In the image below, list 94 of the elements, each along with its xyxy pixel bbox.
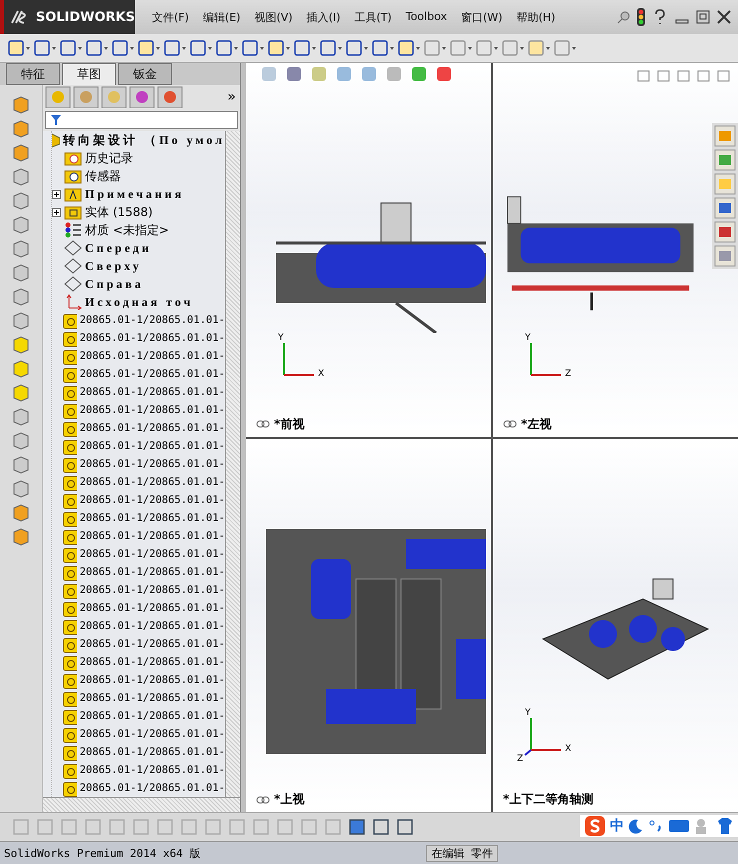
- tree-item[interactable]: Справа: [85, 276, 144, 292]
- view-label: *前视: [274, 416, 304, 432]
- menu-item[interactable]: 工具(T): [347, 10, 399, 24]
- tree-item[interactable]: Исходная точ: [85, 294, 194, 310]
- tree-item[interactable]: 20865.01-1/20865.01.01-: [80, 386, 225, 398]
- clock-folder-icon: [64, 150, 82, 166]
- tree-item[interactable]: 20865.01-1/20865.01.01-: [80, 332, 225, 344]
- gauge-folder-icon: [64, 168, 82, 184]
- tree-item[interactable]: 20865.01-1/20865.01.01-: [80, 512, 225, 524]
- tree-item[interactable]: 20865.01-1/20865.01.01-: [80, 782, 225, 794]
- horizontal-scrollbar[interactable]: [43, 797, 240, 812]
- menu-item[interactable]: 文件(F): [145, 10, 196, 24]
- tree-item[interactable]: 20865.01-1/20865.01.01-: [80, 656, 225, 668]
- keyboard-icon[interactable]: [668, 818, 690, 834]
- tree-item[interactable]: Сверху: [85, 258, 142, 274]
- plane-icon: [64, 276, 82, 292]
- menu-item[interactable]: 插入(I): [300, 10, 348, 24]
- expand-icon[interactable]: [52, 190, 61, 198]
- tree-item[interactable]: 20865.01-1/20865.01.01-: [80, 674, 225, 686]
- tree-item[interactable]: 20865.01-1/20865.01.01-: [80, 368, 225, 380]
- menu-item[interactable]: 视图(V): [247, 10, 300, 24]
- tree-item[interactable]: 20865.01-1/20865.01.01-: [80, 746, 225, 758]
- view-label: *上下二等角轴测: [503, 791, 594, 808]
- view-label: *左视: [521, 416, 552, 432]
- tree-item[interactable]: 20865.01-1/20865.01.01-: [80, 620, 225, 632]
- tree-item[interactable]: 20865.01-1/20865.01.01-: [80, 350, 225, 362]
- tree-item[interactable]: 20865.01-1/20865.01.01-: [80, 602, 225, 614]
- tree-item[interactable]: 20865.01-1/20865.01.01-: [80, 764, 225, 776]
- axis-label: Y: [525, 708, 530, 718]
- plane-icon: [64, 240, 82, 256]
- tree-item[interactable]: 20865.01-1/20865.01.01-: [80, 728, 225, 740]
- vertical-scrollbar[interactable]: [225, 131, 240, 797]
- tree-item[interactable]: 20865.01-1/20865.01.01-: [80, 404, 225, 416]
- pin-icon[interactable]: [617, 10, 631, 24]
- tree-item[interactable]: 20865.01-1/20865.01.01-: [80, 566, 225, 578]
- material-icon: [64, 222, 82, 238]
- viewport[interactable]: *上视: [246, 438, 491, 812]
- status-mode: 在编辑 零件: [426, 844, 498, 862]
- annotation-folder-icon: [64, 186, 82, 202]
- collapse-handle[interactable]: [240, 63, 246, 812]
- expand-icon[interactable]: [52, 208, 61, 216]
- tree-item[interactable]: 历史记录: [85, 150, 133, 166]
- plane-icon: [64, 258, 82, 274]
- tree-item[interactable]: 20865.01-1/20865.01.01-: [80, 458, 225, 470]
- panel-tab[interactable]: 钣金: [118, 63, 172, 85]
- view-label: *上视: [274, 791, 304, 808]
- menu-item[interactable]: 窗口(W): [454, 10, 510, 24]
- traffic-light-icon[interactable]: [636, 8, 646, 26]
- tree-item[interactable]: 20865.01-1/20865.01.01-: [80, 476, 225, 488]
- more-button[interactable]: »: [227, 89, 240, 105]
- axis-label: X: [565, 744, 572, 754]
- tree-item[interactable]: 20865.01-1/20865.01.01-: [80, 422, 225, 434]
- viewport[interactable]: Y X Z *上下二等角轴测: [493, 438, 738, 812]
- axis-label: Z: [565, 368, 572, 378]
- tree-item[interactable]: 20865.01-1/20865.01.01-: [80, 692, 225, 704]
- menu-item[interactable]: Toolbox: [398, 10, 454, 24]
- tree-item[interactable]: 20865.01-1/20865.01.01-: [80, 584, 225, 596]
- tree-item[interactable]: 20865.01-1/20865.01.01-: [80, 548, 225, 560]
- panel-tab[interactable]: 草图: [62, 63, 116, 85]
- solid-folder-icon: [64, 204, 82, 220]
- shirt-icon[interactable]: [716, 817, 734, 835]
- tree-item[interactable]: 实体 (1588): [85, 204, 153, 220]
- link-icon[interactable]: [503, 420, 517, 428]
- filter-icon: [50, 114, 62, 126]
- sogou-logo-icon[interactable]: [584, 815, 606, 837]
- tree-item[interactable]: 20865.01-1/20865.01.01-: [80, 530, 225, 542]
- logo-text: SOLIDWORKS: [36, 10, 135, 24]
- axis-label: Y: [278, 332, 284, 342]
- axis-label: X: [318, 368, 324, 378]
- viewport[interactable]: Y Z *左视: [493, 63, 738, 436]
- input-mode[interactable]: 中: [610, 817, 624, 835]
- tree-item[interactable]: 转向架设计 （По умол: [52, 131, 225, 149]
- menu-item[interactable]: 编辑(E): [196, 10, 248, 24]
- moon-icon[interactable]: [628, 818, 644, 834]
- tree-item[interactable]: 20865.01-1/20865.01.01-: [80, 440, 225, 452]
- punctuation-icon[interactable]: [648, 818, 664, 834]
- tree-item[interactable]: 材质 <未指定>: [85, 222, 169, 238]
- tree-item[interactable]: 20865.01-1/20865.01.01-: [80, 710, 225, 722]
- axis-label: Z: [517, 754, 524, 764]
- tree-item[interactable]: 20865.01-1/20865.01.01-: [80, 314, 225, 326]
- tree-item[interactable]: 传感器: [85, 168, 121, 184]
- axis-label: Y: [525, 332, 530, 342]
- tree-item[interactable]: Спереди: [85, 240, 152, 256]
- tree-item[interactable]: 20865.01-1/20865.01.01-: [80, 638, 225, 650]
- viewport[interactable]: Y X *前视: [246, 63, 491, 436]
- tree-item[interactable]: 20865.01-1/20865.01.01-: [80, 494, 225, 506]
- menu-item[interactable]: 帮助(H): [509, 10, 562, 24]
- panel-tab[interactable]: 特征: [6, 63, 60, 85]
- filter-field[interactable]: [45, 111, 238, 129]
- link-icon[interactable]: [256, 796, 270, 804]
- link-icon[interactable]: [256, 420, 270, 428]
- status-text: SolidWorks Premium 2014 x64 版: [3, 846, 202, 860]
- tree-item[interactable]: Примечания: [85, 186, 184, 202]
- origin-icon: [64, 294, 82, 310]
